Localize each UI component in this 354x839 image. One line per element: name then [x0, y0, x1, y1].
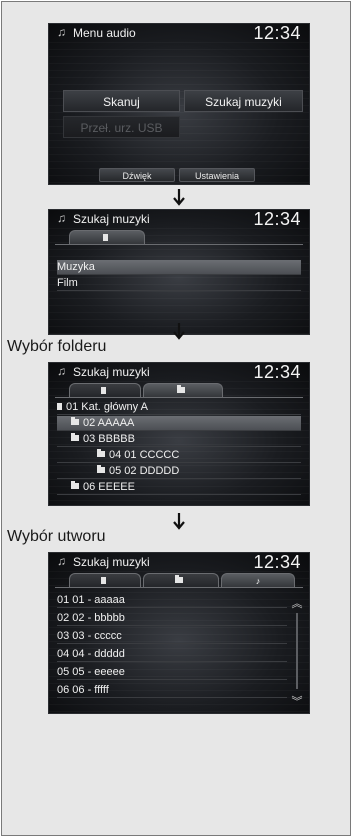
screen-audio-menu: ♫ Menu audio 12:34 Skanuj Szukaj muzyki …	[48, 23, 310, 185]
tab-folder[interactable]	[143, 573, 219, 587]
clock: 12:34	[253, 552, 301, 572]
folder-icon	[71, 417, 79, 425]
folder-icon	[177, 385, 185, 393]
list-item-music[interactable]: Muzyka	[57, 260, 301, 275]
section-label-folder: Wybór folderu	[7, 338, 107, 355]
track-item[interactable]: 06 06 - fffff	[57, 683, 287, 698]
folder-icon	[71, 481, 79, 489]
usb-icon	[100, 387, 106, 394]
clock: 12:34	[253, 209, 301, 229]
music-note-icon: ♫	[57, 554, 66, 568]
clock: 12:34	[253, 362, 301, 382]
music-note-icon: ♫	[57, 364, 66, 378]
folder-icon	[71, 433, 79, 441]
track-item[interactable]: 04 04 - ddddd	[57, 647, 287, 662]
screen-search-music: ♫ Szukaj muzyki 12:34 Muzyka Film	[48, 209, 310, 335]
screen-title: Szukaj muzyki	[73, 365, 150, 379]
folder-icon	[97, 465, 105, 473]
folder-item[interactable]: 01 Kat. główny A	[57, 400, 301, 415]
switch-usb-button[interactable]: Przeł. urz. USB	[63, 116, 180, 138]
tab-track[interactable]: ♪	[221, 573, 295, 587]
status-bar: ♫ Szukaj muzyki 12:34	[49, 552, 309, 572]
screen-folder-select: ♫ Szukaj muzyki 12:34 01 Kat. główny A 0…	[48, 362, 310, 506]
clock: 12:34	[253, 23, 301, 43]
screen-track-select: ♫ Szukaj muzyki 12:34 ♪ 01 01 - aaaaa 02…	[48, 552, 310, 714]
music-note-icon: ♫	[57, 211, 66, 225]
screen-title: Menu audio	[73, 26, 136, 40]
scan-button[interactable]: Skanuj	[63, 90, 180, 112]
list-item-video[interactable]: Film	[57, 276, 301, 291]
folder-icon	[97, 449, 105, 457]
search-music-button[interactable]: Szukaj muzyki	[184, 90, 303, 112]
tab-usb[interactable]	[69, 230, 145, 244]
arrow-down-icon	[172, 512, 186, 530]
status-bar: ♫ Szukaj muzyki 12:34	[49, 362, 309, 382]
sound-button[interactable]: Dźwięk	[99, 168, 175, 182]
screen-title: Szukaj muzyki	[73, 212, 150, 226]
folder-item[interactable]: 06 EEEEE	[57, 480, 301, 495]
folder-item[interactable]: 03 BBBBB	[57, 432, 301, 447]
track-item[interactable]: 02 02 - bbbbb	[57, 611, 287, 626]
section-label-track: Wybór utworu	[7, 528, 106, 545]
tab-usb[interactable]	[69, 573, 141, 587]
usb-icon	[102, 234, 108, 241]
track-item[interactable]: 03 03 - ccccc	[57, 629, 287, 644]
usb-icon	[100, 577, 106, 584]
tab-folder[interactable]	[143, 383, 223, 397]
status-bar: ♫ Menu audio 12:34	[49, 23, 309, 43]
music-note-icon: ♪	[255, 576, 261, 586]
folder-icon	[175, 575, 183, 583]
screen-title: Szukaj muzyki	[73, 555, 150, 569]
folder-item[interactable]: 05 02 DDDDD	[57, 464, 301, 479]
folder-item[interactable]: 04 01 CCCCC	[57, 448, 301, 463]
arrow-down-icon	[172, 322, 186, 340]
double-chevron-down-icon[interactable]: ︾	[291, 693, 303, 709]
track-item[interactable]: 01 01 - aaaaa	[57, 593, 287, 608]
page-frame: ♫ Menu audio 12:34 Skanuj Szukaj muzyki …	[1, 1, 351, 836]
track-item[interactable]: 05 05 - eeeee	[57, 665, 287, 680]
status-bar: ♫ Szukaj muzyki 12:34	[49, 209, 309, 229]
scrollbar[interactable]	[296, 613, 298, 689]
arrow-down-icon	[172, 188, 186, 206]
music-note-icon: ♫	[57, 25, 66, 39]
folder-item[interactable]: 02 AAAAA	[57, 416, 301, 431]
usb-icon	[57, 403, 62, 410]
tab-usb[interactable]	[69, 383, 141, 397]
settings-button[interactable]: Ustawienia	[179, 168, 255, 182]
double-chevron-up-icon[interactable]: ︽	[291, 595, 303, 611]
